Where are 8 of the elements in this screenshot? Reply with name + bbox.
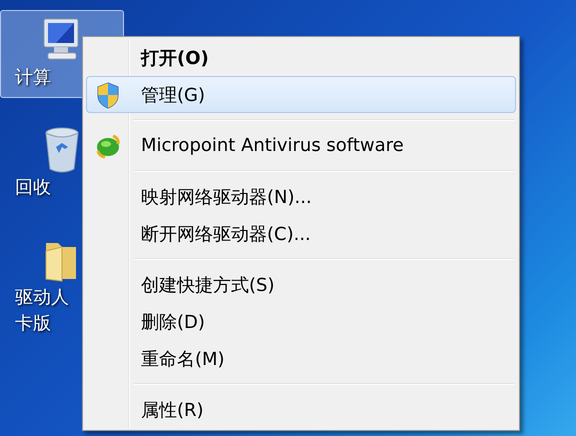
icon-label: 计算 (15, 67, 51, 89)
menu-item[interactable]: 属性(R) (86, 391, 516, 428)
icon-label: 驱动人 (15, 287, 69, 309)
shield-icon (95, 80, 121, 108)
antivirus-icon (95, 132, 121, 158)
icon-label: 回收 (15, 177, 51, 199)
menu-item[interactable]: 管理(G) (86, 76, 516, 113)
icon-label: 卡版 (15, 313, 51, 335)
